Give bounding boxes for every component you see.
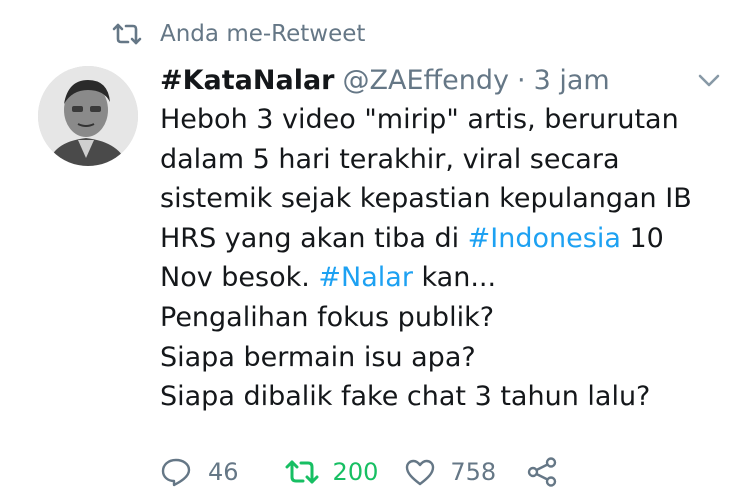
- reply-count: 46: [208, 458, 239, 486]
- tweet-text-line: Heboh 3 video "mirip" artis, berurutan: [160, 104, 679, 135]
- tweet-text-line: HRS yang akan tiba di #Indonesia 10: [160, 219, 730, 259]
- tweet-text-line: dalam 5 hari terakhir, viral secara: [160, 143, 620, 175]
- hashtag-link-nalar[interactable]: #Nalar: [318, 262, 413, 293]
- display-name[interactable]: #KataNalar: [160, 65, 335, 96]
- tweet-text-line: Siapa dibalik fake chat 3 tahun lalu?: [160, 381, 651, 413]
- reply-button[interactable]: 46: [160, 457, 239, 487]
- header-separator: ·: [516, 64, 526, 96]
- like-button[interactable]: 758: [404, 458, 496, 486]
- tweet-text-line: Siapa bermain isu apa?: [160, 341, 476, 373]
- tweet-header: #KataNalar @ZAEffendy · 3 jam: [160, 58, 610, 102]
- tweet-actions: 46 200 758: [160, 446, 558, 498]
- user-handle[interactable]: @ZAEffendy: [343, 65, 509, 96]
- reply-icon: [161, 458, 191, 487]
- tweet-timestamp[interactable]: 3 jam: [534, 65, 610, 96]
- share-button[interactable]: [526, 456, 558, 488]
- retweet-count: 200: [332, 458, 379, 486]
- chevron-down-icon[interactable]: [692, 66, 726, 96]
- tweet-text-segment: Nov besok.: [160, 262, 319, 294]
- tweet-text-segment: 10: [620, 222, 664, 254]
- retweet-icon: [285, 460, 319, 484]
- tweet-text-line: Pengalihan fokus publik?: [160, 301, 495, 333]
- heart-icon: [406, 459, 435, 486]
- retweet-notice-text: Anda me-Retweet: [160, 21, 366, 47]
- tweet-text: Heboh 3 video "mirip" artis, berurutan d…: [160, 100, 730, 417]
- tweet-text-line: Nov besok. #Nalar kan...: [160, 258, 730, 298]
- avatar[interactable]: [38, 66, 138, 166]
- tweet-text-line: sistemik sejak kepastian kepulangan IB: [160, 183, 692, 215]
- avatar-photo: [38, 66, 138, 166]
- like-count: 758: [450, 458, 497, 486]
- tweet-text-segment: HRS yang akan tiba di: [160, 222, 468, 254]
- retweet-button[interactable]: 200: [285, 458, 379, 486]
- retweet-icon: [112, 23, 142, 45]
- share-icon: [527, 457, 557, 487]
- retweet-notice: Anda me-Retweet: [112, 14, 365, 54]
- tweet-text-segment: kan...: [412, 262, 497, 294]
- hashtag-link-indonesia[interactable]: #Indonesia: [468, 223, 621, 254]
